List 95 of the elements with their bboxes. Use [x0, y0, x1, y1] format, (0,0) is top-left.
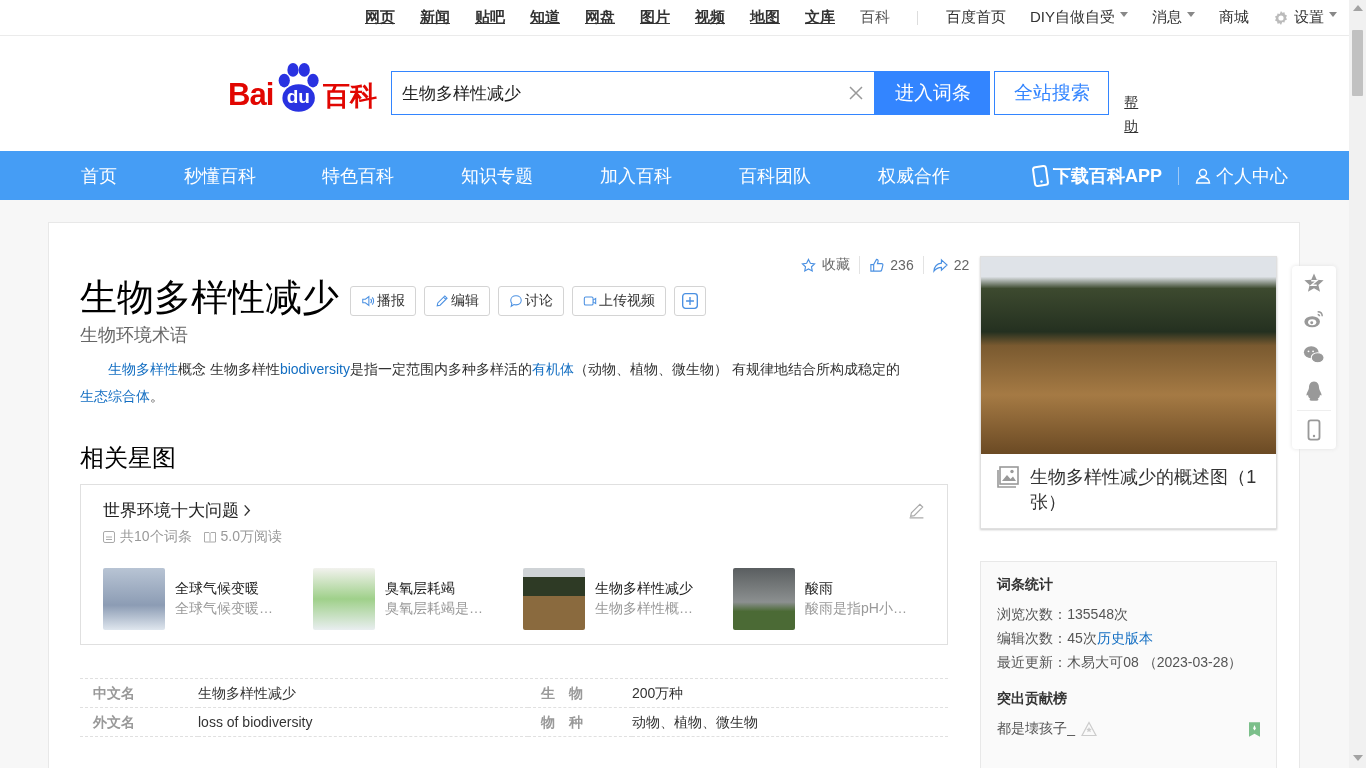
search-field[interactable]: 生物多样性减少 — [391, 71, 876, 115]
star-icon — [801, 257, 817, 273]
item-title: 酸雨 — [805, 580, 834, 598]
chevron-right-icon — [243, 504, 251, 517]
image-icon — [996, 465, 1021, 489]
logo[interactable]: Bai du 百科 — [228, 63, 378, 113]
info-value: 动物、植物、微生物 — [632, 708, 948, 737]
speech-bubble-icon — [509, 294, 523, 308]
enter-entry-button[interactable]: 进入词条 — [875, 71, 991, 115]
top-menu-link[interactable]: 消息 — [1152, 8, 1195, 27]
photo-placeholder — [733, 568, 795, 630]
book-icon — [203, 531, 216, 543]
entry-count: 共10个词条 — [120, 528, 192, 546]
phone-icon — [1032, 164, 1049, 187]
pencil-icon — [435, 294, 449, 308]
top-menu-link[interactable]: DIY自做自受 — [1030, 8, 1128, 27]
discuss-button[interactable]: 讨论 — [498, 286, 564, 316]
top-menu-link[interactable]: 商城 — [1219, 8, 1249, 27]
statistic-line: 最近更新：木易大可08 （2023-03-28） — [997, 653, 1244, 672]
chat-bubbles-icon[interactable] — [1303, 344, 1325, 366]
item-title: 臭氧层耗竭 — [385, 580, 456, 598]
inline-link[interactable]: 生物多样性 — [108, 361, 178, 377]
item-description: 生物多样性概… — [595, 600, 693, 618]
top-nav-link[interactable]: 知道 — [530, 8, 560, 27]
star-map-item[interactable]: 臭氧层耗竭 臭氧层耗竭是… — [313, 568, 523, 630]
panel-heading: 词条统计 — [997, 576, 1055, 594]
top-nav-link[interactable]: 百科 — [860, 8, 890, 27]
info-label: 物 种 — [528, 708, 632, 737]
star-map-item[interactable]: 酸雨 酸雨是指pH小… — [733, 568, 943, 630]
list-icon — [103, 531, 115, 543]
album-caption: 生物多样性减少的概述图（1张） — [1030, 466, 1258, 514]
top-nav-link[interactable]: 文库 — [805, 8, 835, 27]
collect-link[interactable]: 收藏 — [801, 256, 851, 274]
entry-title: 生物多样性减少 — [80, 276, 339, 320]
top-nav-link[interactable]: 地图 — [750, 8, 780, 27]
like-link[interactable]: 236 — [869, 257, 914, 273]
scrollbar[interactable] — [1349, 0, 1366, 768]
info-value: 200万种 — [632, 679, 948, 708]
contributor-name[interactable]: 都是壊孩子_ — [997, 720, 1076, 738]
photo-placeholder — [103, 568, 165, 630]
video-button[interactable]: 上传视频 — [572, 286, 666, 316]
item-description: 臭氧层耗竭是… — [385, 600, 483, 618]
add-button[interactable] — [674, 286, 706, 316]
photo-placeholder — [523, 568, 585, 630]
info-label: 生 物 — [528, 679, 632, 708]
plus-icon — [681, 292, 699, 310]
info-value: loss of biodiversity — [198, 708, 528, 737]
top-nav-link[interactable]: 网页 — [365, 8, 395, 27]
warning-triangle-icon — [1081, 721, 1098, 737]
inline-link[interactable]: biodiversity — [279, 361, 350, 377]
star-map-item[interactable]: 生物多样性减少 生物多样性概… — [523, 568, 733, 630]
summary-paragraph: 生物多样性概念 生物多样性biodiversity是指一定范围内多种多样活的有机体（动物、植物、微生物） 有规律地结合所构成稳定的 生态综合体。 — [80, 360, 901, 406]
share-link[interactable]: 22 — [932, 257, 970, 273]
edit-button[interactable]: 编辑 — [424, 286, 490, 316]
album-card[interactable]: 生物多样性减少的概述图（1张） — [980, 256, 1277, 529]
top-nav-link[interactable]: 视频 — [695, 8, 725, 27]
item-title: 全球气候变暖 — [175, 580, 260, 598]
info-value: 生物多样性减少 — [198, 679, 528, 708]
thumbs-up-icon — [869, 257, 885, 273]
help-link[interactable]: 帮助 — [1124, 90, 1139, 138]
clear-icon[interactable] — [848, 85, 865, 101]
share-icon — [932, 257, 948, 273]
top-menu-link[interactable]: 设置 — [1273, 8, 1337, 27]
panel-heading: 突出贡献榜 — [997, 690, 1069, 708]
top-nav-link[interactable]: 网盘 — [585, 8, 615, 27]
audio-button[interactable]: 播报 — [350, 286, 416, 316]
star-map-title-link[interactable]: 世界环境十大问题 — [103, 499, 251, 522]
user-icon — [1195, 167, 1211, 184]
top-nav-link[interactable]: 图片 — [640, 8, 670, 27]
bookmark-icon — [1249, 721, 1260, 737]
info-label: 中文名 — [80, 679, 198, 708]
star-icon[interactable] — [1303, 272, 1325, 294]
inline-link[interactable]: 生态综合体 — [80, 388, 150, 404]
inline-link[interactable]: 有机体 — [531, 361, 574, 377]
top-menu-link[interactable]: 百度首页 — [946, 8, 1006, 27]
swirl-icon[interactable] — [1303, 308, 1325, 330]
item-title: 生物多样性减少 — [595, 580, 693, 598]
settings-icon — [1273, 9, 1289, 26]
entry-subtitle: 生物环境术语 — [80, 324, 189, 347]
site-search-button[interactable]: 全站搜索 — [994, 71, 1110, 115]
history-link[interactable]: 历史版本 — [1096, 630, 1153, 646]
speaker-icon — [361, 294, 375, 308]
top-nav-link[interactable]: 新闻 — [420, 8, 450, 27]
photo-placeholder — [313, 568, 375, 630]
video-camera-icon — [583, 294, 597, 308]
info-label: 外文名 — [80, 708, 198, 737]
read-count: 5.0万阅读 — [220, 528, 283, 546]
item-description: 全球气候变暖… — [175, 600, 273, 618]
section-heading: 相关星图 — [80, 443, 177, 473]
statistic-line: 编辑次数：45次历史版本 — [997, 629, 1154, 648]
item-description: 酸雨是指pH小… — [805, 600, 907, 618]
top-nav-link[interactable]: 贴吧 — [475, 8, 505, 27]
edit-icon[interactable] — [908, 502, 925, 519]
star-map-item[interactable]: 全球气候变暖 全球气候变暖… — [103, 568, 313, 630]
statistic-line: 浏览次数：135548次 — [997, 605, 1129, 624]
